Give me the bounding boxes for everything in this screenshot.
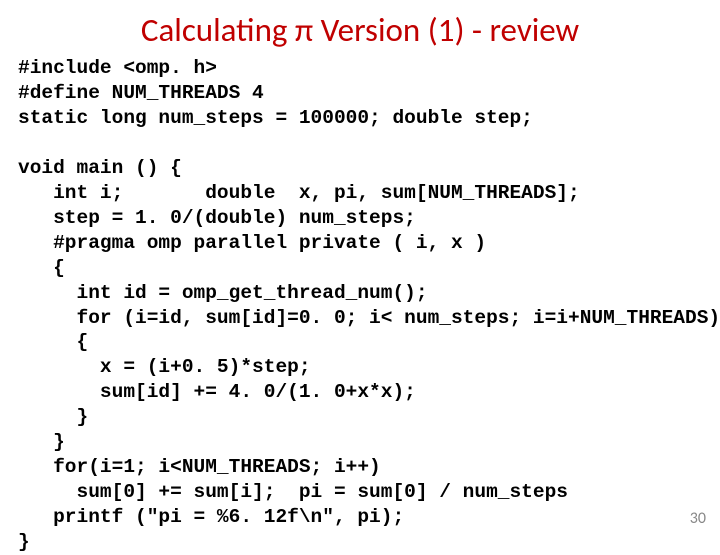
code-line: { (18, 331, 88, 353)
code-line: } (18, 406, 88, 428)
code-block: #include <omp. h> #define NUM_THREADS 4 … (18, 56, 702, 555)
code-line: } (18, 531, 30, 553)
slide-title: Calculating π Version (1) - review (18, 10, 702, 50)
code-line: x = (i+0. 5)*step; (18, 356, 311, 378)
code-line: { (18, 257, 65, 279)
code-line: int i; double x, pi, sum[NUM_THREADS]; (18, 182, 580, 204)
code-line: #define NUM_THREADS 4 (18, 82, 264, 104)
code-line: #include <omp. h> (18, 57, 217, 79)
code-line: } (18, 431, 65, 453)
code-line: for (i=id, sum[id]=0. 0; i< num_steps; i… (18, 307, 720, 329)
code-line: int id = omp_get_thread_num(); (18, 282, 428, 304)
code-line: for(i=1; i<NUM_THREADS; i++) (18, 456, 381, 478)
code-line: printf ("pi = %6. 12f\n", pi); (18, 506, 404, 528)
page-number: 30 (690, 509, 706, 528)
code-line: #pragma omp parallel private ( i, x ) (18, 232, 486, 254)
code-line: void main () { (18, 157, 182, 179)
slide: Calculating π Version (1) - review #incl… (0, 0, 720, 540)
code-line: step = 1. 0/(double) num_steps; (18, 207, 416, 229)
code-line: sum[id] += 4. 0/(1. 0+x*x); (18, 381, 416, 403)
code-line: static long num_steps = 100000; double s… (18, 107, 533, 129)
code-line: sum[0] += sum[i]; pi = sum[0] / num_step… (18, 481, 568, 503)
